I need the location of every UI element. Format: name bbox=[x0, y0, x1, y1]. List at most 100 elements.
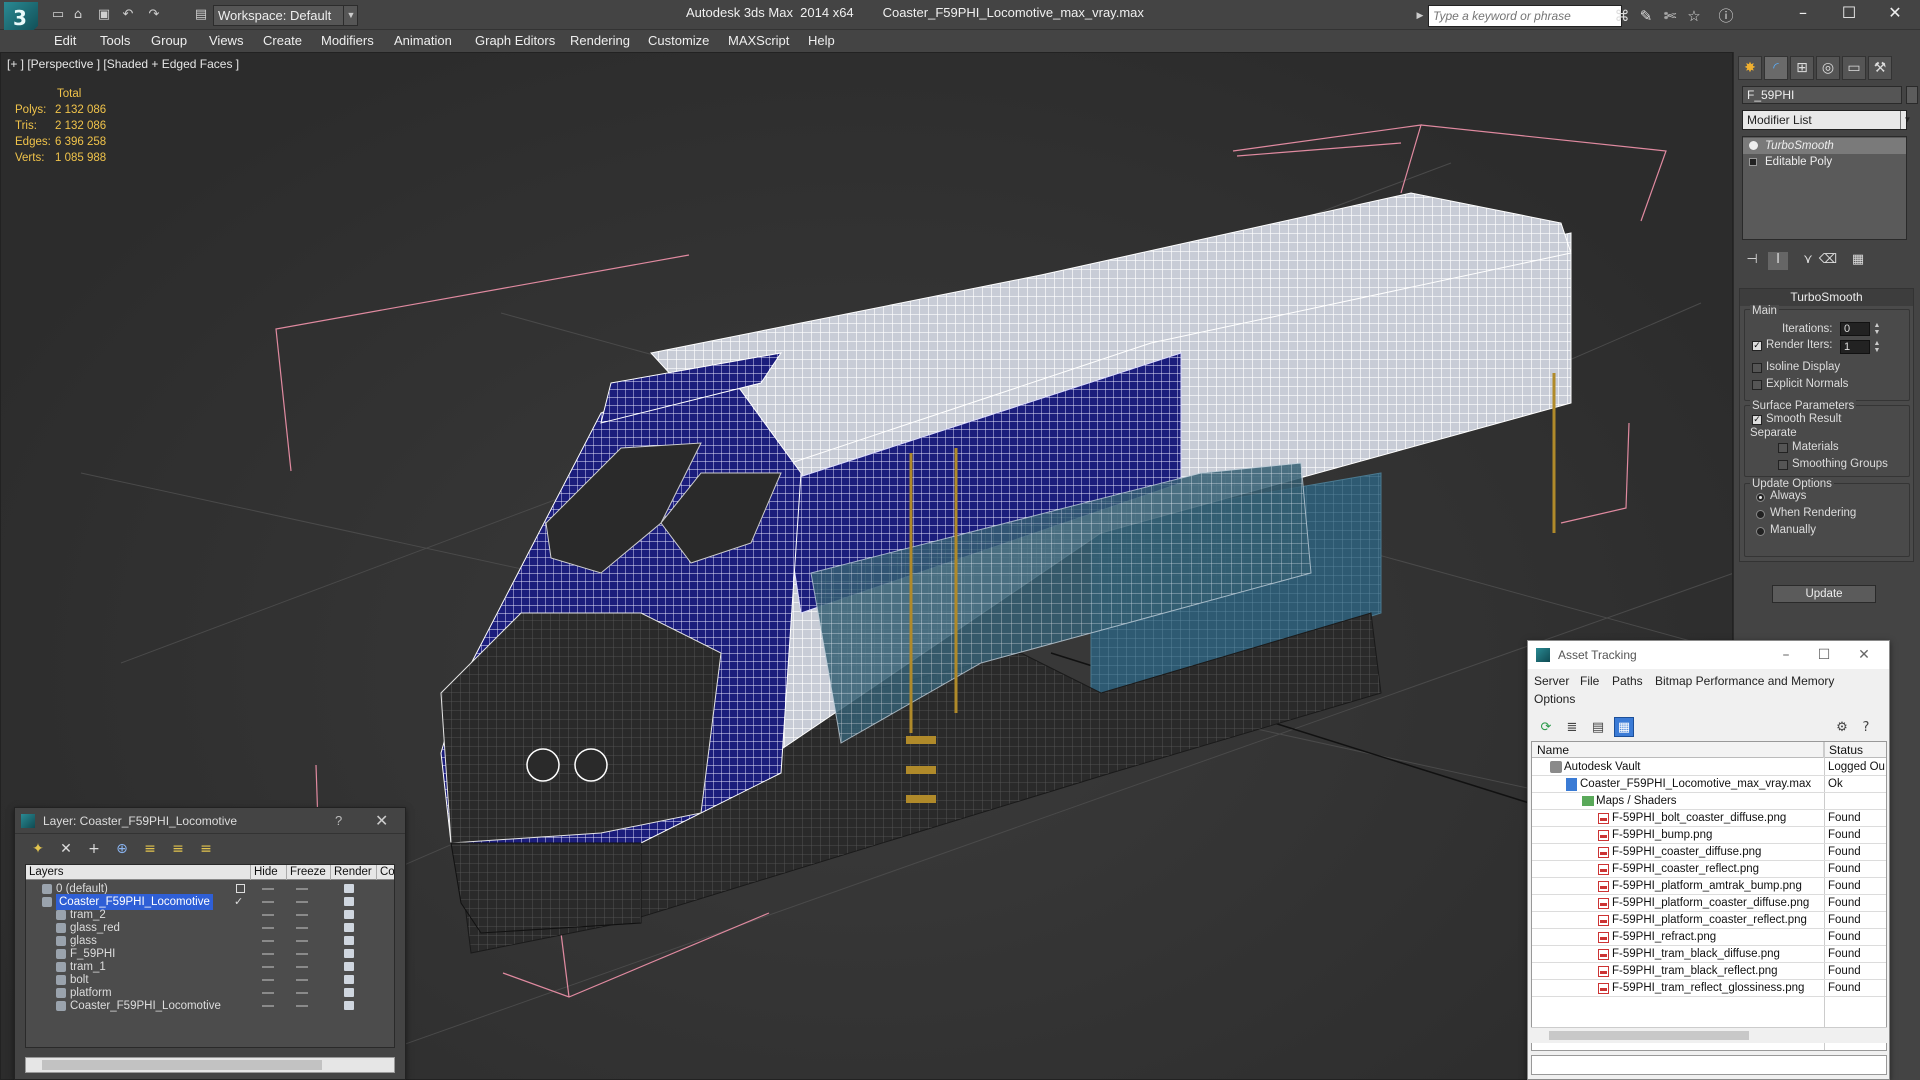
maximize-button[interactable]: ☐ bbox=[1826, 0, 1872, 26]
utilities-tab-icon[interactable]: ⚒ bbox=[1868, 56, 1892, 80]
freeze-toggle[interactable] bbox=[296, 1005, 308, 1007]
render-teapot-icon[interactable] bbox=[344, 975, 354, 984]
hierarchy-tab-icon[interactable]: ⊞ bbox=[1790, 56, 1814, 80]
create-tab-icon[interactable]: ✸ bbox=[1738, 56, 1762, 80]
menu-maxscript[interactable]: MAXScript bbox=[728, 33, 789, 48]
smooth-result-checkbox[interactable]: ✓ bbox=[1752, 415, 1762, 425]
menu-tools[interactable]: Tools bbox=[100, 33, 130, 48]
active-layer-checkbox-icon[interactable] bbox=[236, 884, 245, 893]
configure-modifier-sets-icon[interactable]: ▦ bbox=[1848, 252, 1868, 270]
menu-edit[interactable]: Edit bbox=[54, 33, 76, 48]
pin-stack-icon[interactable]: ⊣ bbox=[1742, 252, 1762, 270]
add-to-layer-icon[interactable]: + bbox=[83, 839, 105, 859]
render-teapot-icon[interactable] bbox=[344, 1001, 354, 1010]
display-tab-icon[interactable]: ▭ bbox=[1842, 56, 1866, 80]
hide-toggle[interactable] bbox=[262, 901, 274, 903]
asset-row[interactable]: F-59PHI_bolt_coaster_diffuse.png Found bbox=[1532, 810, 1886, 827]
save-icon[interactable]: ▣ bbox=[96, 7, 112, 23]
asset-row[interactable]: F-59PHI_coaster_reflect.png Found bbox=[1532, 861, 1886, 878]
asset-row[interactable]: Autodesk Vault Logged Ou bbox=[1532, 759, 1886, 776]
rollout-header[interactable]: TurboSmooth bbox=[1740, 289, 1913, 306]
minimize-button[interactable]: – bbox=[1780, 0, 1826, 26]
materials-checkbox[interactable] bbox=[1778, 443, 1788, 453]
render-teapot-icon[interactable] bbox=[344, 949, 354, 958]
search-box[interactable] bbox=[1428, 5, 1622, 27]
column-header-layers[interactable]: Layers bbox=[26, 865, 244, 880]
asset-row[interactable]: F-59PHI_platform_coaster_diffuse.png Foun… bbox=[1532, 895, 1886, 912]
render-iters-checkbox[interactable]: ✓ bbox=[1752, 341, 1762, 351]
column-header-color[interactable]: Co bbox=[376, 865, 394, 880]
freeze-toggle[interactable] bbox=[296, 992, 308, 994]
modify-tab-icon[interactable]: ◜ bbox=[1764, 56, 1788, 80]
freeze-toggle[interactable] bbox=[296, 953, 308, 955]
update-button[interactable]: Update bbox=[1772, 585, 1876, 603]
smoothing-groups-checkbox[interactable] bbox=[1778, 460, 1788, 470]
make-unique-icon[interactable]: ⋎ bbox=[1798, 252, 1818, 270]
manually-radio[interactable] bbox=[1756, 527, 1765, 536]
help-icon[interactable]: ⓘ bbox=[1716, 6, 1736, 26]
list-view-icon[interactable]: ≣ bbox=[1562, 717, 1582, 737]
menu-help[interactable]: Help bbox=[808, 33, 835, 48]
modifier-stack[interactable]: TurboSmooth Editable Poly bbox=[1742, 136, 1907, 240]
asset-tracking-titlebar[interactable]: Asset Tracking – ☐ ✕ bbox=[1528, 641, 1889, 669]
stack-item-editable-poly[interactable]: Editable Poly bbox=[1743, 154, 1906, 170]
asset-menu-server[interactable]: Server bbox=[1534, 674, 1569, 688]
render-teapot-icon[interactable] bbox=[344, 936, 354, 945]
menu-rendering[interactable]: Rendering bbox=[570, 33, 630, 48]
search-input[interactable] bbox=[1429, 6, 1621, 26]
close-button[interactable]: ✕ bbox=[1872, 0, 1918, 26]
asset-menu-options[interactable]: Options bbox=[1534, 692, 1575, 706]
render-teapot-icon[interactable] bbox=[344, 962, 354, 971]
select-in-layer-icon[interactable]: ⊕ bbox=[111, 839, 133, 859]
search-expand-icon[interactable]: ▶ bbox=[1414, 6, 1426, 26]
new-file-icon[interactable]: ▭ bbox=[50, 7, 66, 23]
undo-icon[interactable]: ↶ bbox=[120, 7, 136, 23]
freeze-toggle[interactable] bbox=[296, 966, 308, 968]
new-layer-icon[interactable]: ✦ bbox=[27, 839, 49, 859]
iterations-spinner[interactable]: 0 bbox=[1840, 322, 1870, 336]
hide-toggle[interactable] bbox=[262, 1005, 274, 1007]
column-header-freeze[interactable]: Freeze bbox=[286, 865, 330, 880]
refresh-icon[interactable]: ⟳ bbox=[1536, 717, 1556, 737]
hide-toggle[interactable] bbox=[262, 914, 274, 916]
render-teapot-icon[interactable] bbox=[344, 910, 354, 919]
layer-explorer-titlebar[interactable]: Layer: Coaster_F59PHI_Locomotive ? ✕ bbox=[15, 808, 405, 834]
table-view-icon[interactable]: ▦ bbox=[1614, 717, 1634, 737]
asset-row[interactable]: F-59PHI_tram_black_diffuse.png Found bbox=[1532, 946, 1886, 963]
motion-tab-icon[interactable]: ◎ bbox=[1816, 56, 1840, 80]
subscription-icon[interactable]: ✎ bbox=[1636, 6, 1656, 26]
locomotive-model[interactable] bbox=[440, 192, 1572, 954]
hide-toggle[interactable] bbox=[262, 966, 274, 968]
chevron-down-icon[interactable]: ▼ bbox=[1900, 111, 1914, 129]
redo-icon[interactable]: ↷ bbox=[146, 7, 162, 23]
asset-menu-paths[interactable]: Paths bbox=[1612, 674, 1643, 688]
render-teapot-icon[interactable] bbox=[344, 923, 354, 932]
layer-table[interactable]: Layers Hide Freeze Render Co 0 (default)… bbox=[25, 864, 395, 1048]
asset-row[interactable]: F-59PHI_refract.png Found bbox=[1532, 929, 1886, 946]
layer-row[interactable]: Coaster_F59PHI_Locomotive bbox=[26, 998, 394, 1014]
minimize-button[interactable]: – bbox=[1768, 644, 1804, 666]
asset-row[interactable]: Maps / Shaders bbox=[1532, 793, 1886, 810]
expand-box-icon[interactable] bbox=[1749, 158, 1757, 166]
asset-menu-file[interactable]: File bbox=[1580, 674, 1599, 688]
hide-toggle[interactable] bbox=[262, 953, 274, 955]
remove-modifier-icon[interactable]: ⌫ bbox=[1818, 252, 1838, 270]
scrollbar-thumb[interactable] bbox=[42, 1060, 322, 1070]
menu-views[interactable]: Views bbox=[209, 33, 243, 48]
hide-toggle[interactable] bbox=[262, 992, 274, 994]
communication-icon[interactable]: ✄ bbox=[1660, 6, 1680, 26]
hide-toggle[interactable] bbox=[262, 888, 274, 890]
column-header-name[interactable]: Name bbox=[1532, 742, 1824, 758]
viewport-label[interactable]: [+ ] [Perspective ] [Shaded + Edged Face… bbox=[7, 57, 239, 71]
asset-menu-bitmap-performance[interactable]: Bitmap Performance and Memory bbox=[1655, 674, 1834, 688]
hide-toggle[interactable] bbox=[262, 940, 274, 942]
modifier-list-dropdown[interactable]: Modifier List ▼ bbox=[1742, 110, 1911, 130]
highlight-layer-icon[interactable]: ≡ bbox=[139, 839, 161, 859]
layer-name[interactable]: Coaster_F59PHI_Locomotive bbox=[70, 998, 221, 1014]
menu-group[interactable]: Group bbox=[151, 33, 187, 48]
horizontal-scrollbar[interactable] bbox=[25, 1057, 395, 1073]
freeze-all-icon[interactable]: ≡ bbox=[195, 839, 217, 859]
render-teapot-icon[interactable] bbox=[344, 897, 354, 906]
freeze-toggle[interactable] bbox=[296, 901, 308, 903]
horizontal-scrollbar[interactable] bbox=[1531, 1027, 1887, 1043]
